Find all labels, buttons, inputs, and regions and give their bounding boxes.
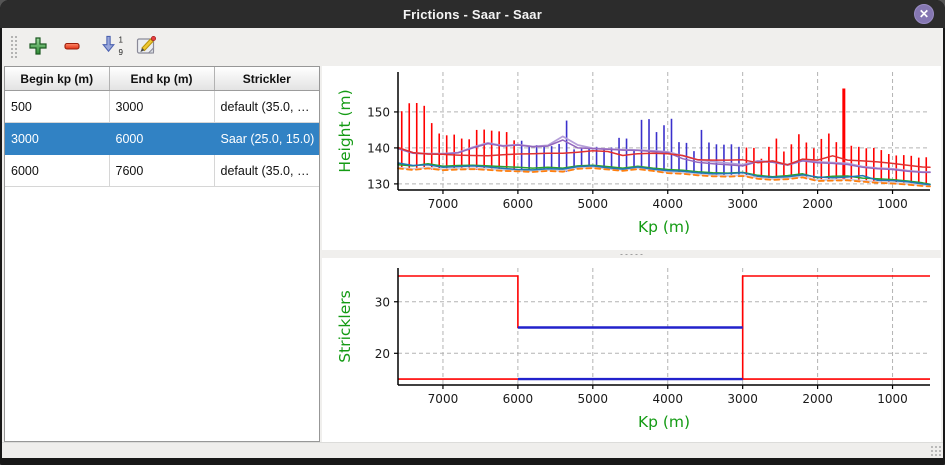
edit-friction-button[interactable] <box>133 33 159 59</box>
table-cell[interactable]: 7600 <box>109 155 214 187</box>
remove-row-button[interactable] <box>59 33 85 59</box>
svg-text:Kp (m): Kp (m) <box>638 413 690 431</box>
window-title: Frictions - Saar - Saar <box>403 7 542 22</box>
svg-text:1000: 1000 <box>877 392 908 406</box>
main-area: Begin kp (m) End kp (m) Strickler 500300… <box>2 64 943 443</box>
add-row-button[interactable] <box>25 33 51 59</box>
height-chart-card: 7000 6000 5000 4000 3000 2000 1000 130 140 150 Kp … <box>322 66 941 250</box>
svg-text:6000: 6000 <box>503 392 534 406</box>
svg-text:3000: 3000 <box>727 392 758 406</box>
charts-panel: 7000 6000 5000 4000 3000 2000 1000 130 140 150 Kp … <box>322 64 941 442</box>
svg-text:Stricklers: Stricklers <box>336 290 354 362</box>
edit-pencil-icon <box>134 34 158 58</box>
table-cell[interactable]: default (35.0, … <box>214 155 319 187</box>
svg-text:5000: 5000 <box>578 392 609 406</box>
svg-text:4000: 4000 <box>652 197 683 211</box>
svg-text:1000: 1000 <box>877 197 908 211</box>
table-cell[interactable]: 6000 <box>109 123 214 155</box>
sort-rows-button[interactable]: 1 9 <box>101 33 127 59</box>
svg-text:3000: 3000 <box>727 197 758 211</box>
column-header-end-kp[interactable]: End kp (m) <box>109 67 214 91</box>
minus-icon <box>61 35 83 57</box>
svg-text:Height (m): Height (m) <box>336 89 354 172</box>
svg-text:4000: 4000 <box>652 392 683 406</box>
frictions-window: Frictions - Saar - Saar ✕ <box>0 0 945 465</box>
frictions-table: Begin kp (m) End kp (m) Strickler 500300… <box>5 67 319 187</box>
frictions-table-panel: Begin kp (m) End kp (m) Strickler 500300… <box>4 66 320 442</box>
window-content: 1 9 Begin <box>2 28 943 458</box>
svg-text:150: 150 <box>367 105 390 119</box>
svg-text:130: 130 <box>367 177 390 191</box>
charts-splitter[interactable] <box>322 250 941 258</box>
svg-text:7000: 7000 <box>428 197 459 211</box>
table-cell[interactable]: default (35.0, … <box>214 91 319 123</box>
stricklers-chart: 7000 6000 5000 4000 3000 2000 1000 20 30 Kp (m) St… <box>322 258 941 443</box>
table-row[interactable]: 5003000default (35.0, … <box>5 91 319 123</box>
column-header-strickler[interactable]: Strickler <box>214 67 319 91</box>
svg-text:20: 20 <box>375 347 390 361</box>
svg-text:9: 9 <box>119 48 124 57</box>
resize-grip[interactable] <box>930 445 941 456</box>
svg-text:140: 140 <box>367 141 390 155</box>
toolbar-drag-handle[interactable] <box>9 34 17 58</box>
status-bar <box>2 442 943 458</box>
close-icon: ✕ <box>919 7 929 21</box>
table-row[interactable]: 60007600default (35.0, … <box>5 155 319 187</box>
toolbar: 1 9 <box>2 28 943 64</box>
close-button[interactable]: ✕ <box>914 4 934 24</box>
svg-text:5000: 5000 <box>578 197 609 211</box>
svg-text:1: 1 <box>119 36 124 45</box>
plus-icon <box>27 35 49 57</box>
svg-text:30: 30 <box>375 295 390 309</box>
svg-text:Kp (m): Kp (m) <box>638 218 690 236</box>
svg-text:7000: 7000 <box>428 392 459 406</box>
svg-text:2000: 2000 <box>802 197 833 211</box>
table-cell[interactable]: 3000 <box>5 123 109 155</box>
svg-text:6000: 6000 <box>503 197 534 211</box>
column-header-begin-kp[interactable]: Begin kp (m) <box>5 67 109 91</box>
sort-numeric-icon: 1 9 <box>102 34 126 58</box>
table-cell[interactable]: 6000 <box>5 155 109 187</box>
splitter-handle-icon <box>619 253 645 256</box>
height-profile-chart: 7000 6000 5000 4000 3000 2000 1000 130 140 150 Kp … <box>322 66 941 250</box>
table-row[interactable]: 30006000Saar (25.0, 15.0) <box>5 123 319 155</box>
frictions-table-body: 5003000default (35.0, …30006000Saar (25.… <box>5 91 319 187</box>
table-cell[interactable]: 500 <box>5 91 109 123</box>
table-cell[interactable]: Saar (25.0, 15.0) <box>214 123 319 155</box>
table-cell[interactable]: 3000 <box>109 91 214 123</box>
table-header-row: Begin kp (m) End kp (m) Strickler <box>5 67 319 91</box>
title-bar[interactable]: Frictions - Saar - Saar ✕ <box>0 0 945 28</box>
svg-text:2000: 2000 <box>802 392 833 406</box>
stricklers-chart-card: 7000 6000 5000 4000 3000 2000 1000 20 30 Kp (m) St… <box>322 258 941 442</box>
